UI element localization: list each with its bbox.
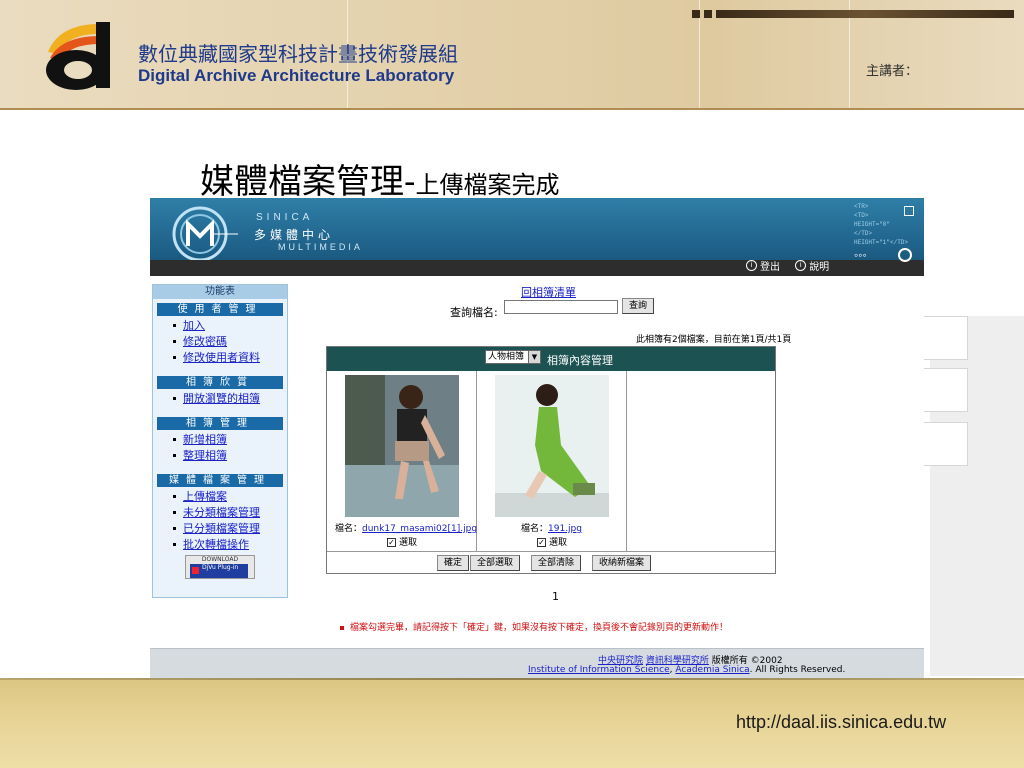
window-square-icon <box>904 206 914 216</box>
org-name-zh: 數位典藏國家型科技計畫技術發展組 <box>138 42 458 66</box>
background-box <box>918 316 968 360</box>
photo-thumbnail[interactable] <box>495 375 609 517</box>
header-decoration <box>692 10 1024 18</box>
sidebar-item-edit-profile[interactable]: 修改使用者資料 <box>153 350 287 366</box>
playback-controls-icon: ◦◦◦ <box>854 248 867 262</box>
footer-line-2: Institute of Information Science, Academ… <box>528 665 846 675</box>
info-icon: i <box>795 260 807 271</box>
djvu-plugin-label: DjVu Plug-in <box>190 564 248 578</box>
search-label: 查詢檔名: <box>450 306 498 319</box>
slide-title-sub: 上傳檔案完成 <box>415 171 560 199</box>
checkbox-checked-icon: ✓ <box>387 538 396 547</box>
file-cell: 檔名：dunk17_masami02[1].jpg ✓ 選取 <box>327 371 477 551</box>
background-box <box>918 422 968 466</box>
banner-title-en: MULTIMEDIA <box>278 242 363 252</box>
panel-header: 人物相簿 相簿內容管理 <box>327 347 775 371</box>
sidebar-item-change-password[interactable]: 修改密碼 <box>153 334 287 350</box>
notice-message: 檔案勾選完畢，請記得按下「確定」鍵，如果沒有按下確定，換頁後不會記錄別頁的更新動… <box>340 620 728 633</box>
select-all-button[interactable]: 全部選取 <box>470 555 521 571</box>
site-footer: 中央研究院 資訊科學研究所 版權所有 ©2002 Institute of In… <box>150 648 924 678</box>
sidebar-item-classified[interactable]: 已分類檔案管理 <box>153 521 287 537</box>
speaker-label: 主講者： <box>866 64 919 79</box>
site-banner: SINICA 多媒體中心 MULTIMEDIA <TR> <TD> HEIGHT="… <box>150 198 924 276</box>
sidebar-section-album-management: 相簿管理 <box>157 417 283 430</box>
footer-rights: . All Rights Reserved. <box>749 665 846 675</box>
search-input[interactable] <box>504 300 618 314</box>
album-content-panel: 人物相簿 相簿內容管理 檔名：dunk17_masami02[1].jpg ✓選… <box>326 346 776 574</box>
photo-thumbnail[interactable] <box>345 375 459 517</box>
file-name: 檔名：dunk17_masami02[1].jpg <box>335 524 478 534</box>
multimedia-logo-icon <box>172 206 238 262</box>
file-name: 檔名：191.jpg <box>521 524 582 534</box>
help-link[interactable]: 說明 <box>809 262 829 273</box>
sidebar-section-media-management: 媒體檔案管理 <box>157 474 283 487</box>
footer-url: http://daal.iis.sinica.edu.tw <box>736 712 947 732</box>
confirm-button[interactable]: 確定 <box>437 555 470 571</box>
back-to-album-list-link[interactable]: 回相簿清單 <box>521 284 576 300</box>
sidebar-item-unclassified[interactable]: 未分類檔案管理 <box>153 505 287 521</box>
org-name-en: Digital Archive Architecture Laboratory <box>138 66 455 85</box>
file-link[interactable]: 191.jpg <box>548 524 582 534</box>
sidebar-menu: 功能表 使用者管理 加入 修改密碼 修改使用者資料 相簿欣賞 開放瀏覽的相簿 相… <box>152 284 288 598</box>
checkbox-checked-icon: ✓ <box>537 538 546 547</box>
ring-icon <box>898 248 912 262</box>
slide-header: 數位典藏國家型科技計畫技術發展組 Digital Archive Archite… <box>0 0 1024 110</box>
empty-cell <box>627 371 775 551</box>
daal-logo-icon <box>46 22 110 90</box>
sidebar-item-organize-albums[interactable]: 整理相簿 <box>153 448 287 464</box>
banner-title-zh: 多媒體中心 <box>254 228 335 242</box>
sidebar-item-upload[interactable]: 上傳檔案 <box>153 489 287 505</box>
panel-title: 相簿內容管理 <box>547 354 613 367</box>
album-select[interactable]: 人物相簿 <box>485 350 541 364</box>
sidebar-section-user-management: 使用者管理 <box>157 303 283 316</box>
banner-links: i 登出 i 說明 <box>746 258 841 273</box>
album-count-info: 此相簿有2個檔案，目前在第1頁/共1頁 <box>636 335 792 345</box>
slide-title-main: 媒體檔案管理- <box>200 162 416 202</box>
web-app-screenshot: SINICA 多媒體中心 MULTIMEDIA <TR> <TD> HEIGHT="… <box>150 198 924 678</box>
sidebar-item-new-album[interactable]: 新增相簿 <box>153 432 287 448</box>
page-number[interactable]: 1 <box>552 590 559 603</box>
info-icon: i <box>746 260 757 271</box>
sidebar-item-batch-convert[interactable]: 批次轉檔操作 <box>153 537 287 553</box>
select-checkbox[interactable]: ✓ 選取 <box>387 535 417 548</box>
action-button-row: 確定 全部選取 全部清除 收納新檔案 <box>327 551 775 573</box>
select-checkbox[interactable]: ✓ 選取 <box>537 535 567 548</box>
djvu-plugin-button[interactable]: DOWNLOAD DjVu Plug-in <box>185 555 255 579</box>
slide-title: 媒體檔案管理-上傳檔案完成 <box>200 154 560 203</box>
background-box <box>918 368 968 412</box>
file-link[interactable]: dunk17_masami02[1].jpg <box>362 524 477 534</box>
clear-all-button[interactable]: 全部清除 <box>531 555 582 571</box>
footer-link-sinica-en[interactable]: Academia Sinica <box>675 665 749 675</box>
file-cell: 檔名：191.jpg ✓ 選取 <box>477 371 627 551</box>
footer-link-iis-en[interactable]: Institute of Information Science <box>528 665 670 675</box>
djvu-download-label: DOWNLOAD <box>201 556 239 563</box>
search-button[interactable]: 查詢 <box>622 298 655 314</box>
sidebar-section-album-browse: 相簿欣賞 <box>157 376 283 389</box>
logout-link[interactable]: 登出 <box>760 262 780 273</box>
add-new-file-button[interactable]: 收納新檔案 <box>592 555 652 571</box>
sidebar-item-join[interactable]: 加入 <box>153 318 287 334</box>
banner-sinica-text: SINICA <box>256 212 314 223</box>
sidebar-title: 功能表 <box>153 285 287 299</box>
file-grid: 檔名：dunk17_masami02[1].jpg ✓ 選取 檔名：191.jpg… <box>327 371 775 551</box>
sidebar-item-public-albums[interactable]: 開放瀏覽的相簿 <box>153 391 287 407</box>
